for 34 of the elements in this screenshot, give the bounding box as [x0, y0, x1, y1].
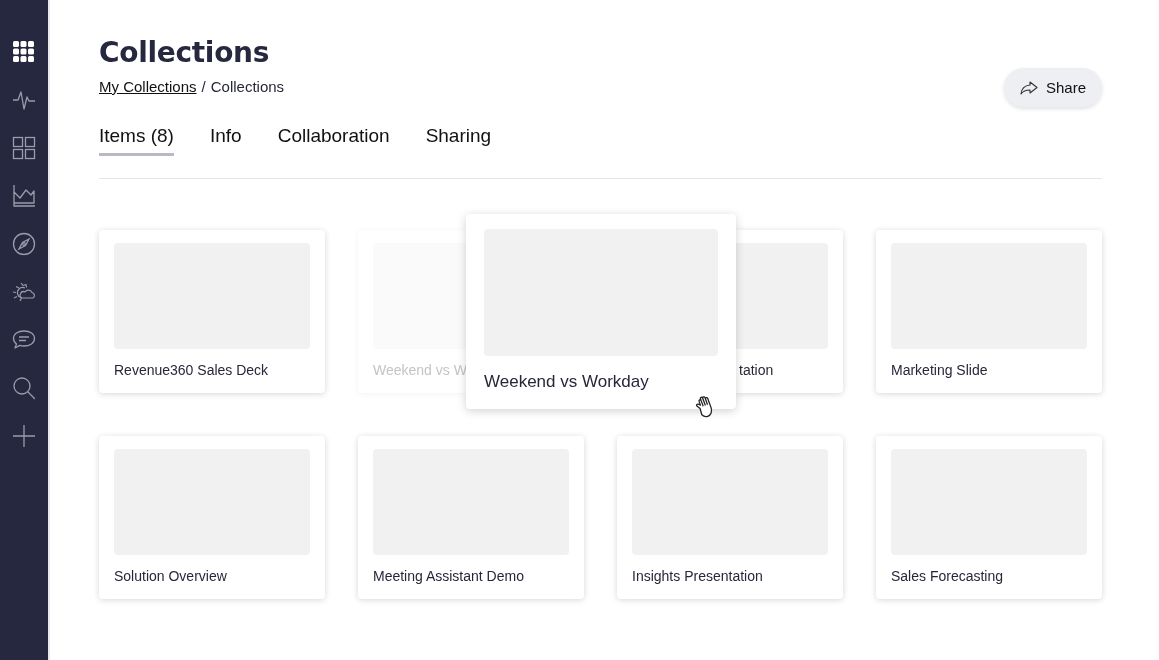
collection-card[interactable]: Sales Forecasting [876, 436, 1102, 599]
breadcrumb-separator: / [201, 78, 206, 95]
card-title: Weekend vs W [373, 362, 467, 378]
card-title: Insights Presentation [632, 568, 763, 584]
card-title: Marketing Slide [891, 362, 988, 378]
breadcrumb-link[interactable]: My Collections [99, 78, 197, 95]
grid-icon[interactable] [12, 136, 36, 160]
compass-icon[interactable] [12, 232, 36, 256]
card-title: Revenue360 Sales Deck [114, 362, 269, 378]
search-icon[interactable] [12, 376, 36, 400]
breadcrumb-current: Collections [210, 78, 285, 95]
card-title: Sales Forecasting [891, 568, 1004, 584]
tab[interactable]: Sharing [425, 125, 492, 156]
tab[interactable]: Info [209, 125, 242, 156]
sun-cloud-icon[interactable] [12, 280, 36, 304]
dragged-card[interactable]: Weekend vs Workday [466, 214, 736, 409]
tab[interactable]: Items (8) [99, 125, 174, 156]
collection-card[interactable]: Revenue360 Sales Deck [99, 230, 325, 393]
area-chart-icon[interactable] [12, 184, 36, 208]
card-title: Meeting Assistant Demo [373, 568, 524, 584]
page-title: Collections [99, 36, 270, 69]
collection-card[interactable]: Solution Overview [99, 436, 325, 599]
share-button[interactable]: Share [1003, 68, 1102, 107]
share-icon [1019, 80, 1038, 95]
plus-icon[interactable] [12, 424, 36, 448]
tab[interactable]: Collaboration [277, 125, 390, 156]
card-title: tation [739, 362, 774, 378]
collection-card[interactable]: Insights Presentation [617, 436, 843, 599]
card-title: Solution Overview [114, 568, 227, 584]
apps-icon[interactable] [12, 40, 36, 64]
card-title: Weekend vs Workday [484, 372, 649, 391]
collection-card[interactable]: Marketing Slide [876, 230, 1102, 393]
collection-card[interactable]: tation [736, 230, 843, 393]
collection-card[interactable]: Meeting Assistant Demo [358, 436, 584, 599]
